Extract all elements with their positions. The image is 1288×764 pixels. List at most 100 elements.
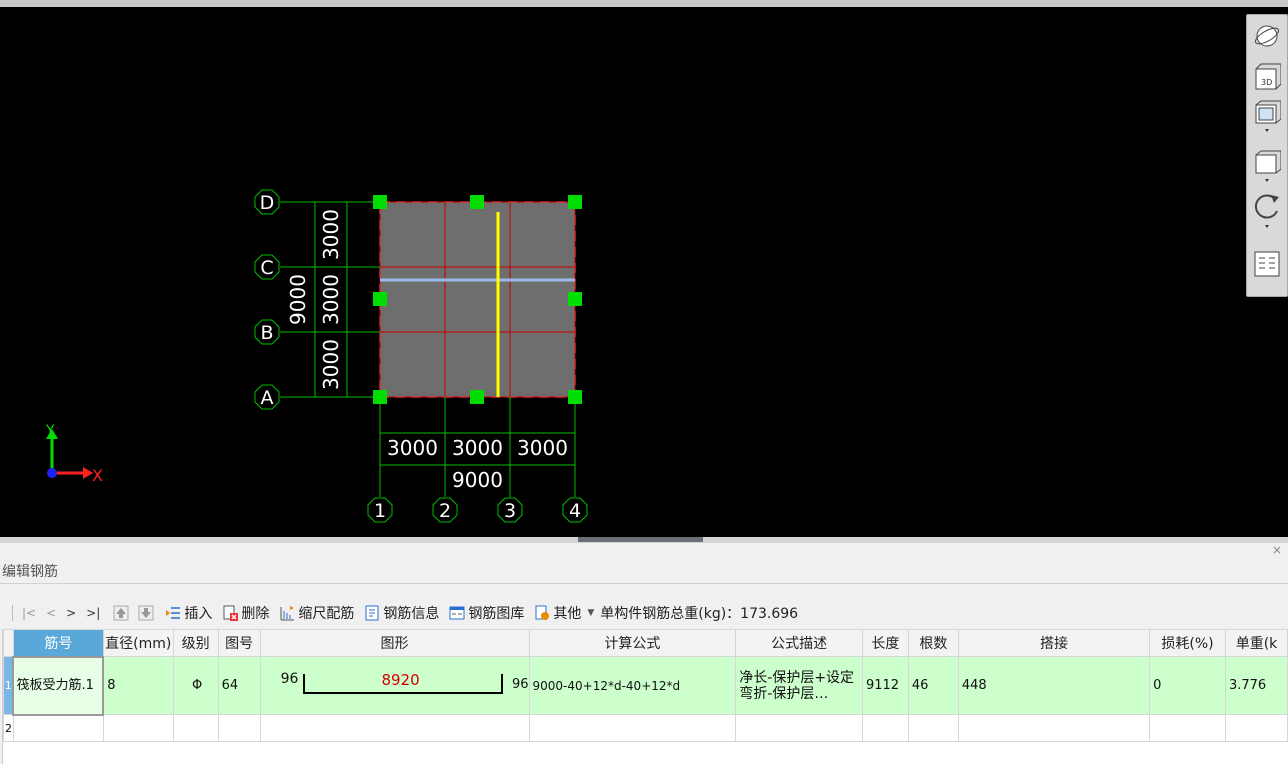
last-button[interactable]: >| bbox=[86, 606, 100, 620]
next-button[interactable]: > bbox=[66, 606, 76, 620]
header-bar-no[interactable]: 筋号 bbox=[12, 629, 104, 657]
rotate-icon[interactable] bbox=[1252, 194, 1282, 228]
header-fig-no[interactable]: 图号 bbox=[217, 629, 261, 657]
insert-icon[interactable] bbox=[165, 605, 181, 621]
other-icon[interactable] bbox=[534, 605, 550, 621]
rebar-toolbar: |< < > >| 插入 删除 缩尺配筋 钢筋信息 钢筋图库 其他 ▼ 单构件钢… bbox=[8, 601, 798, 625]
shape-right-hook: 96 bbox=[511, 677, 529, 692]
header-unit-weight[interactable]: 单重(k bbox=[1224, 629, 1288, 657]
row-number[interactable]: 2 bbox=[3, 714, 14, 742]
row-spacing-dim: 3000 bbox=[319, 339, 343, 390]
column-axis-label: 4 bbox=[569, 500, 581, 522]
column-axis-4[interactable]: 4 bbox=[562, 497, 588, 523]
row-spacing-dim: 3000 bbox=[319, 274, 343, 325]
col-spacing-dim: 3000 bbox=[387, 436, 438, 460]
empty-cell[interactable] bbox=[528, 714, 737, 742]
dynamic-orbit-icon[interactable] bbox=[1252, 21, 1282, 51]
empty-cell[interactable] bbox=[861, 714, 909, 742]
cell-loss[interactable]: 0 bbox=[1149, 656, 1226, 715]
column-axis-3[interactable]: 3 bbox=[497, 497, 523, 523]
row-axis-label: A bbox=[261, 387, 274, 409]
splitter-grip[interactable] bbox=[578, 537, 703, 542]
move-down-icon[interactable] bbox=[138, 605, 154, 621]
cell-grade[interactable]: Φ bbox=[172, 656, 219, 715]
cell-count[interactable]: 46 bbox=[907, 656, 959, 715]
ucs-x-label: X bbox=[92, 466, 103, 485]
empty-cell[interactable] bbox=[102, 714, 174, 742]
row-spacing-dim: 3000 bbox=[319, 209, 343, 260]
row-axis-d[interactable]: D bbox=[254, 189, 280, 215]
other-dropdown-arrow-icon[interactable]: ▼ bbox=[587, 608, 594, 618]
move-up-icon[interactable] bbox=[113, 605, 129, 621]
app-window: DCBA 1234 3000 3000 3000 9000 3000 3000 3000 90… bbox=[0, 0, 1288, 764]
col-total-dim: 9000 bbox=[452, 468, 503, 492]
header-formula-desc[interactable]: 公式描述 bbox=[735, 629, 863, 657]
delete-icon[interactable] bbox=[222, 605, 239, 621]
column-axis-label: 2 bbox=[439, 500, 451, 522]
empty-cell[interactable] bbox=[172, 714, 219, 742]
row-axis-b[interactable]: B bbox=[254, 319, 280, 345]
cell-formula-desc[interactable]: 净长-保护层+设定弯折-保护层… bbox=[735, 656, 863, 715]
empty-cell[interactable] bbox=[259, 714, 530, 742]
header-lap[interactable]: 搭接 bbox=[957, 629, 1151, 657]
total-weight-label: 单构件钢筋总重(kg)：173.696 bbox=[600, 606, 799, 622]
col-spacing-dim: 3000 bbox=[452, 436, 503, 460]
scale-config-button[interactable]: 缩尺配筋 bbox=[298, 603, 354, 623]
rebar-library-icon[interactable] bbox=[449, 605, 465, 621]
empty-cell[interactable] bbox=[1149, 714, 1226, 742]
header-shape[interactable]: 图形 bbox=[259, 629, 530, 657]
svg-text:3D: 3D bbox=[1261, 78, 1272, 87]
cell-unit-weight[interactable]: 3.776 bbox=[1224, 656, 1288, 715]
empty-cell[interactable] bbox=[217, 714, 261, 742]
shape-left-hook: 96 bbox=[280, 671, 299, 687]
cell-diameter[interactable]: 8 bbox=[102, 656, 174, 715]
table-row[interactable]: 1 筏板受力筋.1 8 Φ 64 96 8920 96 9000-40+12*d… bbox=[3, 655, 1288, 716]
view-toolbar: 3D bbox=[1246, 14, 1288, 297]
row-axis-a[interactable]: A bbox=[254, 384, 280, 410]
header-loss[interactable]: 损耗(%) bbox=[1149, 629, 1226, 657]
row-number[interactable]: 1 bbox=[3, 656, 14, 715]
header-grade[interactable]: 级别 bbox=[172, 629, 219, 657]
first-button[interactable]: |< bbox=[22, 606, 36, 620]
header-count[interactable]: 根数 bbox=[907, 629, 959, 657]
close-icon[interactable]: × bbox=[1272, 543, 1282, 557]
empty-cell[interactable] bbox=[907, 714, 959, 742]
row-axis-label: B bbox=[260, 322, 273, 344]
cell-length[interactable]: 9112 bbox=[861, 656, 909, 715]
table-row[interactable]: 2 bbox=[3, 714, 1288, 742]
cell-bar-no[interactable]: 筏板受力筋.1 bbox=[12, 655, 105, 716]
cad-drawing[interactable]: D C B A 1 2 3 4 3000 3000 3000 9000 3000 3000 3000 90… bbox=[0, 7, 1240, 537]
other-button[interactable]: 其他 bbox=[553, 603, 581, 623]
3d-view-icon[interactable]: 3D bbox=[1252, 61, 1282, 91]
scale-config-icon[interactable] bbox=[279, 605, 295, 621]
cell-shape[interactable]: 96 8920 96 bbox=[259, 656, 530, 715]
edit-rebar-panel: × 编辑钢筋 |< < > >| 插入 删除 缩尺配筋 钢筋信息 钢筋图库 其他… bbox=[0, 543, 1288, 764]
column-axis-1[interactable]: 1 bbox=[367, 497, 393, 523]
empty-cell[interactable] bbox=[957, 714, 1151, 742]
col-spacing-dim: 3000 bbox=[517, 436, 568, 460]
cell-fig-no[interactable]: 64 bbox=[217, 656, 261, 715]
header-diameter[interactable]: 直径(mm) bbox=[102, 629, 174, 657]
cell-lap[interactable]: 448 bbox=[957, 656, 1151, 715]
delete-button[interactable]: 删除 bbox=[241, 603, 269, 623]
rebar-info-icon[interactable] bbox=[364, 605, 380, 621]
empty-cell[interactable] bbox=[735, 714, 863, 742]
empty-cell[interactable] bbox=[12, 714, 104, 742]
column-axis-2[interactable]: 2 bbox=[432, 497, 458, 523]
row-axis-c[interactable]: C bbox=[254, 254, 280, 280]
empty-cell[interactable] bbox=[1224, 714, 1288, 742]
title-divider bbox=[0, 583, 1288, 584]
insert-button[interactable]: 插入 bbox=[184, 603, 212, 623]
header-length[interactable]: 长度 bbox=[861, 629, 909, 657]
slab[interactable] bbox=[379, 201, 576, 398]
layout-icon[interactable] bbox=[1252, 249, 1282, 279]
rebar-library-button[interactable]: 钢筋图库 bbox=[468, 603, 524, 623]
view-cube-icon[interactable] bbox=[1252, 150, 1282, 182]
cad-viewport[interactable]: D C B A 1 2 3 4 3000 3000 3000 9000 3000 3000 3000 90… bbox=[0, 0, 1288, 537]
view-box-icon[interactable] bbox=[1252, 100, 1282, 132]
header-formula[interactable]: 计算公式 bbox=[528, 629, 737, 657]
column-axis-label: 1 bbox=[374, 500, 386, 522]
rebar-info-button[interactable]: 钢筋信息 bbox=[383, 603, 439, 623]
cell-formula[interactable]: 9000-40+12*d-40+12*d bbox=[528, 656, 737, 715]
prev-button[interactable]: < bbox=[46, 606, 56, 620]
